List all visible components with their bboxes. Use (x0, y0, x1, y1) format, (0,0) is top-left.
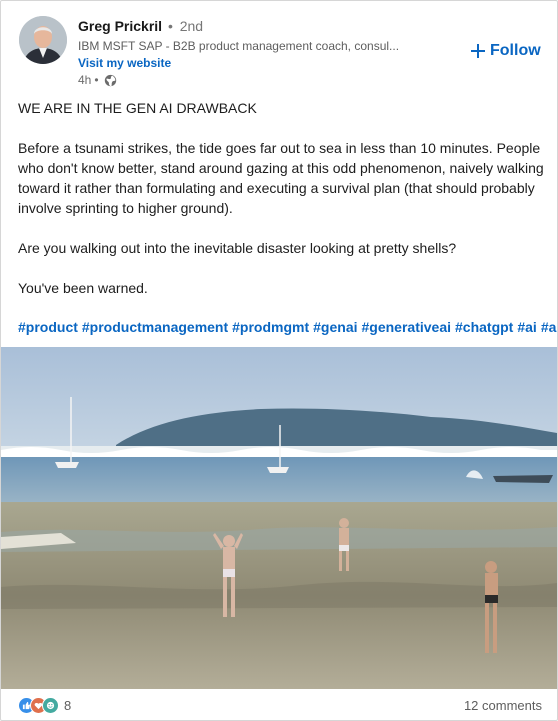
globe-icon (104, 74, 116, 86)
author-avatar[interactable] (19, 16, 67, 64)
follow-label: Follow (490, 42, 541, 59)
hashtag-link[interactable]: #prodmgmt (232, 319, 309, 335)
plus-icon (471, 44, 485, 58)
post-timestamp-row: 4h • (78, 73, 117, 87)
funny-icon (42, 697, 59, 714)
hashtag-link[interactable]: #ai (517, 319, 536, 335)
post-header: Greg Prickril • 2nd IBM MSFT SAP - B2B p… (1, 1, 557, 96)
feed-post: Greg Prickril • 2nd IBM MSFT SAP - B2B p… (0, 0, 558, 721)
author-name-row: Greg Prickril • 2nd (78, 18, 203, 34)
post-paragraph: Before a tsunami strikes, the tide goes … (18, 140, 544, 216)
post-paragraph: Are you walking out into the inevitable … (18, 240, 457, 256)
reactions-summary[interactable]: 8 (18, 697, 71, 714)
post-image-tsunami-beach[interactable] (1, 347, 557, 689)
hashtag-list: #product #productmanagement #prodmgmt #gena… (18, 319, 557, 335)
visit-website-link[interactable]: Visit my website (78, 56, 171, 70)
follow-button[interactable]: Follow (471, 42, 541, 60)
hashtag-link[interactable]: #generativeai (362, 319, 452, 335)
sep-dot: • (94, 73, 99, 87)
author-name[interactable]: Greg Prickril (78, 18, 162, 34)
hashtag-link[interactable]: #chatgpt (455, 319, 513, 335)
post-time: 4h (78, 73, 92, 87)
social-counts-bar: 8 12 comments (1, 691, 557, 720)
author-headline: IBM MSFT SAP - B2B product management co… (78, 39, 400, 53)
post-paragraph: You've been warned. (18, 280, 148, 296)
hashtag-link[interactable]: #productmanagement (82, 319, 228, 335)
hashtag-link[interactable]: #genai (313, 319, 357, 335)
hashtag-link[interactable]: #art (541, 319, 557, 335)
comments-count-link[interactable]: 12 comments (464, 698, 542, 713)
hashtag-link[interactable]: #product (18, 319, 78, 335)
connection-degree: 2nd (179, 18, 204, 34)
post-body: WE ARE IN THE GEN AI DRAWBACK Before a t… (18, 98, 544, 298)
degree-separator: • (167, 18, 173, 34)
post-title: WE ARE IN THE GEN AI DRAWBACK (18, 100, 257, 116)
reaction-count: 8 (64, 698, 72, 713)
